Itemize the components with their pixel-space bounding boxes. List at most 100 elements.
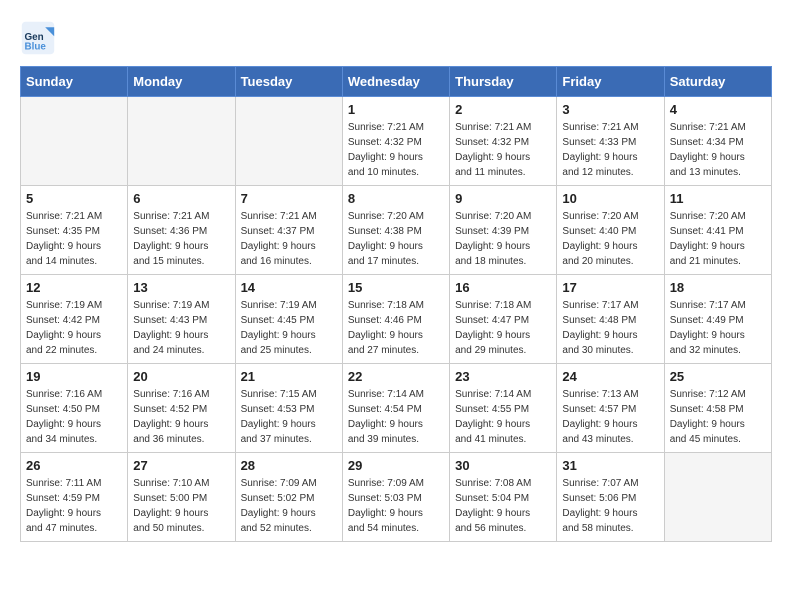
calendar-cell: 28 Sunrise: 7:09 AM Sunset: 5:02 PM Dayli… (235, 453, 342, 542)
day-info: Sunrise: 7:13 AM Sunset: 4:57 PM Dayligh… (562, 387, 658, 447)
calendar-cell: 31 Sunrise: 7:07 AM Sunset: 5:06 PM Dayli… (557, 453, 664, 542)
calendar-cell: 7 Sunrise: 7:21 AM Sunset: 4:37 PM Daylig… (235, 186, 342, 275)
day-info: Sunrise: 7:21 AM Sunset: 4:36 PM Dayligh… (133, 209, 229, 269)
calendar-cell (235, 97, 342, 186)
calendar-cell: 16 Sunrise: 7:18 AM Sunset: 4:47 PM Dayli… (450, 275, 557, 364)
calendar-cell: 17 Sunrise: 7:17 AM Sunset: 4:48 PM Dayli… (557, 275, 664, 364)
day-info: Sunrise: 7:20 AM Sunset: 4:40 PM Dayligh… (562, 209, 658, 269)
day-info: Sunrise: 7:21 AM Sunset: 4:34 PM Dayligh… (670, 120, 766, 180)
day-number: 16 (455, 280, 551, 295)
day-number: 15 (348, 280, 444, 295)
page-header: Gen Blue (20, 20, 772, 56)
day-number: 25 (670, 369, 766, 384)
calendar-cell (664, 453, 771, 542)
day-info: Sunrise: 7:19 AM Sunset: 4:43 PM Dayligh… (133, 298, 229, 358)
calendar-cell: 8 Sunrise: 7:20 AM Sunset: 4:38 PM Daylig… (342, 186, 449, 275)
day-number: 13 (133, 280, 229, 295)
day-number: 7 (241, 191, 337, 206)
day-number: 3 (562, 102, 658, 117)
day-number: 21 (241, 369, 337, 384)
day-header-friday: Friday (557, 67, 664, 97)
logo-icon: Gen Blue (20, 20, 56, 56)
calendar-cell: 27 Sunrise: 7:10 AM Sunset: 5:00 PM Dayli… (128, 453, 235, 542)
calendar-cell: 15 Sunrise: 7:18 AM Sunset: 4:46 PM Dayli… (342, 275, 449, 364)
day-number: 17 (562, 280, 658, 295)
calendar-cell: 6 Sunrise: 7:21 AM Sunset: 4:36 PM Daylig… (128, 186, 235, 275)
day-number: 24 (562, 369, 658, 384)
day-info: Sunrise: 7:17 AM Sunset: 4:48 PM Dayligh… (562, 298, 658, 358)
calendar-week-row: 12 Sunrise: 7:19 AM Sunset: 4:42 PM Dayli… (21, 275, 772, 364)
svg-text:Blue: Blue (25, 42, 47, 53)
day-number: 12 (26, 280, 122, 295)
calendar-cell: 24 Sunrise: 7:13 AM Sunset: 4:57 PM Dayli… (557, 364, 664, 453)
day-info: Sunrise: 7:14 AM Sunset: 4:54 PM Dayligh… (348, 387, 444, 447)
day-info: Sunrise: 7:19 AM Sunset: 4:45 PM Dayligh… (241, 298, 337, 358)
day-info: Sunrise: 7:21 AM Sunset: 4:37 PM Dayligh… (241, 209, 337, 269)
day-info: Sunrise: 7:20 AM Sunset: 4:39 PM Dayligh… (455, 209, 551, 269)
calendar-cell: 4 Sunrise: 7:21 AM Sunset: 4:34 PM Daylig… (664, 97, 771, 186)
day-number: 20 (133, 369, 229, 384)
day-info: Sunrise: 7:11 AM Sunset: 4:59 PM Dayligh… (26, 476, 122, 536)
day-number: 4 (670, 102, 766, 117)
day-number: 27 (133, 458, 229, 473)
day-info: Sunrise: 7:19 AM Sunset: 4:42 PM Dayligh… (26, 298, 122, 358)
calendar-cell: 26 Sunrise: 7:11 AM Sunset: 4:59 PM Dayli… (21, 453, 128, 542)
calendar-cell: 25 Sunrise: 7:12 AM Sunset: 4:58 PM Dayli… (664, 364, 771, 453)
calendar-cell: 14 Sunrise: 7:19 AM Sunset: 4:45 PM Dayli… (235, 275, 342, 364)
day-info: Sunrise: 7:16 AM Sunset: 4:52 PM Dayligh… (133, 387, 229, 447)
day-info: Sunrise: 7:10 AM Sunset: 5:00 PM Dayligh… (133, 476, 229, 536)
day-header-tuesday: Tuesday (235, 67, 342, 97)
day-header-saturday: Saturday (664, 67, 771, 97)
calendar-cell: 12 Sunrise: 7:19 AM Sunset: 4:42 PM Dayli… (21, 275, 128, 364)
day-number: 29 (348, 458, 444, 473)
calendar-table: SundayMondayTuesdayWednesdayThursdayFrid… (20, 66, 772, 542)
day-info: Sunrise: 7:21 AM Sunset: 4:33 PM Dayligh… (562, 120, 658, 180)
calendar-header-row: SundayMondayTuesdayWednesdayThursdayFrid… (21, 67, 772, 97)
day-info: Sunrise: 7:20 AM Sunset: 4:38 PM Dayligh… (348, 209, 444, 269)
day-header-thursday: Thursday (450, 67, 557, 97)
day-number: 10 (562, 191, 658, 206)
day-number: 30 (455, 458, 551, 473)
day-number: 14 (241, 280, 337, 295)
calendar-week-row: 26 Sunrise: 7:11 AM Sunset: 4:59 PM Dayli… (21, 453, 772, 542)
day-info: Sunrise: 7:18 AM Sunset: 4:46 PM Dayligh… (348, 298, 444, 358)
calendar-cell: 29 Sunrise: 7:09 AM Sunset: 5:03 PM Dayli… (342, 453, 449, 542)
calendar-cell: 2 Sunrise: 7:21 AM Sunset: 4:32 PM Daylig… (450, 97, 557, 186)
day-number: 8 (348, 191, 444, 206)
calendar-cell: 22 Sunrise: 7:14 AM Sunset: 4:54 PM Dayli… (342, 364, 449, 453)
day-info: Sunrise: 7:20 AM Sunset: 4:41 PM Dayligh… (670, 209, 766, 269)
day-header-wednesday: Wednesday (342, 67, 449, 97)
calendar-cell: 21Sunrise: 7:15 AM Sunset: 4:53 PM Dayli… (235, 364, 342, 453)
calendar-cell: 3 Sunrise: 7:21 AM Sunset: 4:33 PM Daylig… (557, 97, 664, 186)
day-number: 5 (26, 191, 122, 206)
day-number: 18 (670, 280, 766, 295)
calendar-week-row: 5Sunrise: 7:21 AM Sunset: 4:35 PM Daylig… (21, 186, 772, 275)
calendar-cell: 20 Sunrise: 7:16 AM Sunset: 4:52 PM Dayli… (128, 364, 235, 453)
calendar-cell: 13 Sunrise: 7:19 AM Sunset: 4:43 PM Dayli… (128, 275, 235, 364)
calendar-cell (21, 97, 128, 186)
day-info: Sunrise: 7:07 AM Sunset: 5:06 PM Dayligh… (562, 476, 658, 536)
day-info: Sunrise: 7:09 AM Sunset: 5:02 PM Dayligh… (241, 476, 337, 536)
day-number: 26 (26, 458, 122, 473)
day-number: 28 (241, 458, 337, 473)
day-info: Sunrise: 7:12 AM Sunset: 4:58 PM Dayligh… (670, 387, 766, 447)
calendar-cell: 19 Sunrise: 7:16 AM Sunset: 4:50 PM Dayli… (21, 364, 128, 453)
day-number: 19 (26, 369, 122, 384)
day-info: Sunrise: 7:08 AM Sunset: 5:04 PM Dayligh… (455, 476, 551, 536)
day-info: Sunrise: 7:17 AM Sunset: 4:49 PM Dayligh… (670, 298, 766, 358)
day-number: 23 (455, 369, 551, 384)
day-info: Sunrise: 7:21 AM Sunset: 4:32 PM Dayligh… (455, 120, 551, 180)
day-number: 22 (348, 369, 444, 384)
day-info: Sunrise: 7:09 AM Sunset: 5:03 PM Dayligh… (348, 476, 444, 536)
calendar-cell: 18 Sunrise: 7:17 AM Sunset: 4:49 PM Dayli… (664, 275, 771, 364)
day-info: Sunrise: 7:16 AM Sunset: 4:50 PM Dayligh… (26, 387, 122, 447)
day-number: 6 (133, 191, 229, 206)
calendar-week-row: 19 Sunrise: 7:16 AM Sunset: 4:50 PM Dayli… (21, 364, 772, 453)
calendar-cell: 5Sunrise: 7:21 AM Sunset: 4:35 PM Daylig… (21, 186, 128, 275)
day-header-sunday: Sunday (21, 67, 128, 97)
day-info: Sunrise: 7:18 AM Sunset: 4:47 PM Dayligh… (455, 298, 551, 358)
calendar-cell (128, 97, 235, 186)
day-info: Sunrise: 7:14 AM Sunset: 4:55 PM Dayligh… (455, 387, 551, 447)
day-number: 31 (562, 458, 658, 473)
day-number: 2 (455, 102, 551, 117)
